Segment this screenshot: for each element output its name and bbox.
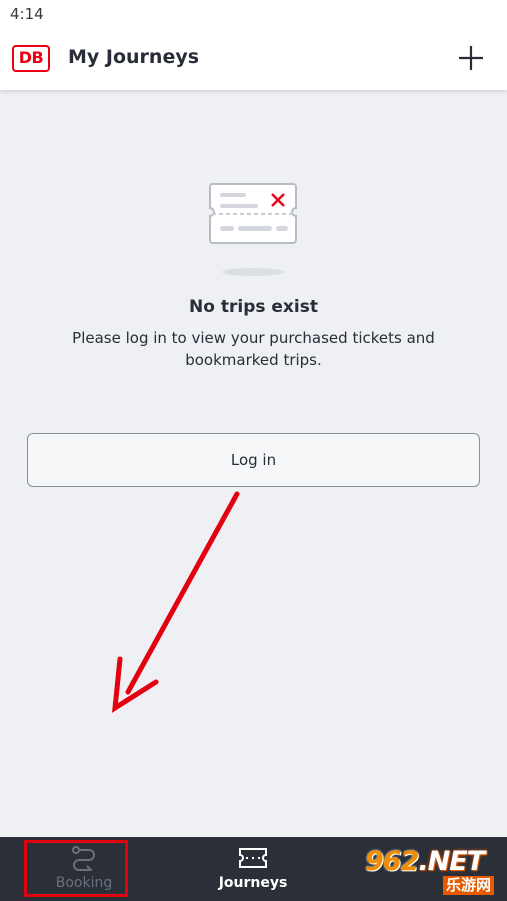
db-logo: DB	[12, 45, 50, 72]
ticket-icon	[239, 848, 267, 868]
annotation-highlight-box	[24, 840, 128, 897]
login-button[interactable]: Log in	[27, 433, 480, 487]
empty-state-illustration	[205, 178, 301, 278]
nav-item-journeys[interactable]: Journeys	[193, 837, 313, 901]
watermark-suffix: .NET	[418, 846, 485, 877]
nav-label-journeys: Journeys	[218, 875, 288, 891]
empty-state-title: No trips exist	[189, 297, 318, 317]
status-time: 4:14	[10, 5, 44, 23]
watermark-number: 962	[365, 846, 419, 877]
watermark-brand: 962.NET	[365, 846, 485, 877]
page-title: My Journeys	[68, 46, 200, 68]
app-header: DB My Journeys	[0, 30, 507, 90]
empty-state-description: Please log in to view your purchased tic…	[72, 329, 435, 369]
add-journey-button[interactable]	[455, 42, 487, 74]
watermark-subtitle: 乐游网	[443, 876, 495, 895]
status-bar: 4:14	[0, 0, 507, 30]
screen: 4:14 DB My Journeys No trips exist Pleas…	[0, 0, 507, 901]
ticket-cancelled-icon	[209, 183, 297, 276]
plus-icon	[459, 46, 483, 70]
watermark-logo: 962.NET 乐游网	[365, 846, 503, 898]
